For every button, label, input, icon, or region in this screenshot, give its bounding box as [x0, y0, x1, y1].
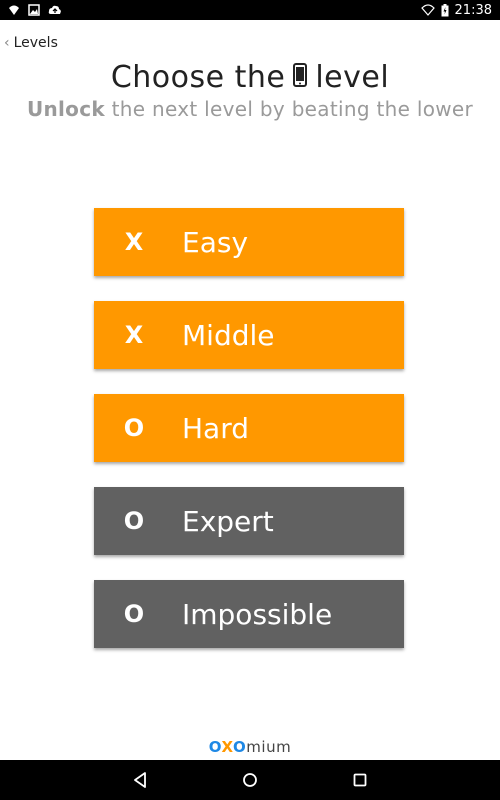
brand-o: O — [208, 738, 222, 756]
brand-x: X — [221, 738, 234, 756]
brand-rest: mium — [246, 738, 292, 756]
title-text-after: level — [315, 60, 390, 95]
header: Choose the level Unlock the next level b… — [0, 60, 500, 121]
phone-icon — [293, 60, 308, 95]
recents-square-icon[interactable] — [340, 765, 380, 795]
level-label: Middle — [182, 318, 275, 352]
page-subtitle: Unlock the next level by beating the low… — [0, 97, 500, 121]
cloud-upload-icon — [48, 4, 62, 16]
home-circle-icon[interactable] — [230, 765, 270, 795]
level-mark: O — [123, 507, 145, 535]
back-triangle-icon[interactable] — [120, 765, 160, 795]
back-label: Levels — [13, 35, 58, 51]
level-button-middle[interactable]: X Middle — [94, 301, 404, 369]
level-list: X Easy X Middle O Hard O Expert O Imposs… — [94, 208, 404, 673]
level-button-impossible[interactable]: O Impossible — [94, 580, 404, 648]
subtitle-rest: the next level by beating the lower — [104, 97, 474, 121]
battery-charging-icon — [441, 3, 449, 17]
clock: 21:38 — [454, 2, 492, 18]
level-button-expert[interactable]: O Expert — [94, 487, 404, 555]
level-button-easy[interactable]: X Easy — [94, 208, 404, 276]
system-nav-bar — [0, 760, 500, 800]
page-title: Choose the level — [0, 60, 500, 95]
level-button-hard[interactable]: O Hard — [94, 394, 404, 462]
notification-icons — [0, 4, 62, 16]
status-bar: 21:38 — [0, 0, 500, 20]
title-text-before: Choose the — [110, 60, 286, 95]
level-mark: X — [124, 228, 144, 256]
level-label: Impossible — [182, 597, 333, 631]
image-icon — [28, 4, 40, 16]
chevron-left-icon: ‹ — [4, 35, 10, 51]
wifi-question-icon — [8, 4, 20, 16]
level-label: Expert — [182, 504, 274, 538]
brand-o2: O — [233, 738, 247, 756]
level-mark: O — [123, 414, 145, 442]
subtitle-bold: Unlock — [26, 97, 105, 121]
level-mark: O — [123, 600, 145, 628]
level-label: Easy — [182, 225, 249, 259]
level-label: Hard — [182, 411, 250, 445]
back-button[interactable]: ‹ Levels — [4, 35, 58, 51]
wifi-icon — [420, 4, 435, 16]
level-mark: X — [124, 321, 144, 349]
brand-logo: OXOmium — [0, 738, 500, 756]
